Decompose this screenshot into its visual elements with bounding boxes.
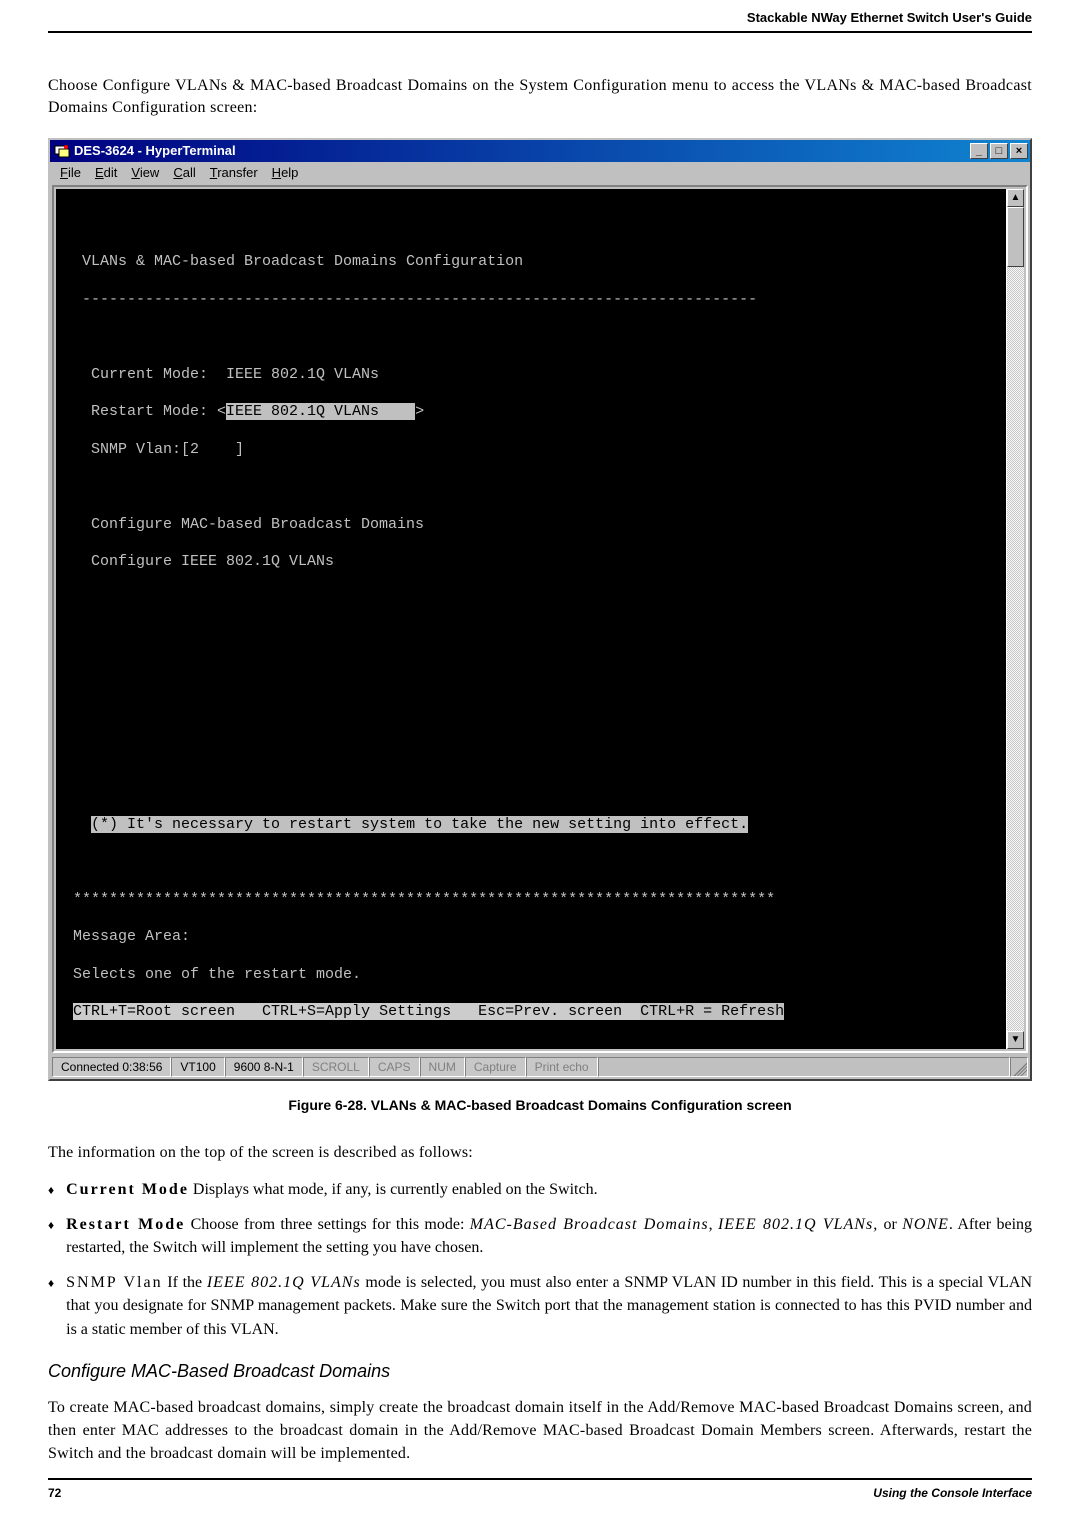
subheading: Configure MAC-Based Broadcast Domains <box>48 1361 1032 1382</box>
scrollbar[interactable]: ▲ ▼ <box>1006 189 1024 1049</box>
term-heading: VLANs & MAC-based Broadcast Domains Conf… <box>64 253 998 272</box>
term-footer-refresh: CTRL+R = Refresh <box>640 1003 784 1020</box>
after-fig-para: The information on the top of the screen… <box>48 1141 1032 1164</box>
list-item: ♦ Restart Mode Choose from three setting… <box>48 1213 1032 1259</box>
term-snmp-vlan: SNMP Vlan:[2 ] <box>64 441 998 460</box>
menu-file[interactable]: File <box>54 164 87 181</box>
bullet-lead: Restart Mode <box>66 1216 185 1233</box>
bullet-rest: Displays what mode, if any, is currently… <box>189 1181 598 1198</box>
bullet-rest: or <box>878 1216 902 1233</box>
running-header: Stackable NWay Ethernet Switch User's Gu… <box>48 10 1032 31</box>
menu-call[interactable]: Call <box>167 164 201 181</box>
status-spacer <box>598 1057 1010 1077</box>
status-num: NUM <box>420 1057 465 1077</box>
scroll-track[interactable] <box>1007 207 1024 1031</box>
term-cfg-mac[interactable]: Configure MAC-based Broadcast Domains <box>64 516 998 535</box>
bullet-italic: IEEE 802.1Q VLANs, <box>718 1216 878 1233</box>
bullet-rest: Choose from three settings for this mode… <box>185 1216 470 1233</box>
window-title: DES-3624 - HyperTerminal <box>74 143 970 158</box>
top-rule <box>48 31 1032 33</box>
term-current-mode: Current Mode: IEEE 802.1Q VLANs <box>64 366 998 385</box>
page-number: 72 <box>48 1486 61 1500</box>
list-item: ♦ SNMP Vlan If the IEEE 802.1Q VLANs mod… <box>48 1271 1032 1341</box>
term-blank <box>64 628 998 647</box>
figure-caption: Figure 6-28. VLANs & MAC-based Broadcast… <box>48 1097 1032 1113</box>
titlebar: DES-3624 - HyperTerminal _ □ × <box>50 140 1030 162</box>
minimize-button[interactable]: _ <box>970 143 988 159</box>
scroll-thumb[interactable] <box>1007 207 1024 267</box>
bullet-italic: NONE <box>902 1216 949 1233</box>
intro-paragraph: Choose Configure VLANs & MAC-based Broad… <box>48 75 1032 120</box>
terminal[interactable]: VLANs & MAC-based Broadcast Domains Conf… <box>56 189 1006 1049</box>
app-icon <box>54 143 70 159</box>
term-note-inv: (*) It's necessary to restart system to … <box>91 816 748 833</box>
term-blank <box>64 666 998 685</box>
term-restart-prefix: Restart Mode: < <box>64 403 226 420</box>
resize-grip[interactable] <box>1010 1057 1028 1077</box>
bullet-lead: Current Mode <box>66 1181 189 1198</box>
status-caps: CAPS <box>369 1057 420 1077</box>
close-button[interactable]: × <box>1010 143 1028 159</box>
menu-transfer[interactable]: Transfer <box>204 164 264 181</box>
term-msg-area: Message Area: <box>64 928 998 947</box>
status-capture: Capture <box>465 1057 526 1077</box>
bottom-rule <box>48 1478 1032 1480</box>
status-printecho: Print echo <box>526 1057 598 1077</box>
list-item: ♦ Current Mode Displays what mode, if an… <box>48 1178 1032 1201</box>
term-rule: ----------------------------------------… <box>64 291 998 310</box>
term-blank <box>64 216 998 235</box>
term-restart-value[interactable]: IEEE 802.1Q VLANs <box>226 403 415 420</box>
term-blank <box>64 853 998 872</box>
status-term: VT100 <box>171 1057 224 1077</box>
bullet-italic: MAC-Based Broadcast Domains <box>470 1216 709 1233</box>
bullet-lead: SNMP Vlan <box>66 1274 162 1291</box>
term-restart-suffix: > <box>415 403 424 420</box>
diamond-icon: ♦ <box>48 1217 54 1259</box>
scroll-down-button[interactable]: ▼ <box>1007 1031 1024 1049</box>
term-footer-prefix: CTRL+T=Root screen CTRL+S=Apply Settings… <box>73 1003 640 1020</box>
bullet-italic: IEEE 802.1Q VLANs <box>207 1274 361 1291</box>
hyperterminal-window: DES-3624 - HyperTerminal _ □ × File Edit… <box>48 138 1032 1081</box>
term-stars: ****************************************… <box>64 891 998 910</box>
term-blank <box>64 741 998 760</box>
footer-section: Using the Console Interface <box>873 1486 1032 1500</box>
term-cfg-8021q[interactable]: Configure IEEE 802.1Q VLANs <box>64 553 998 572</box>
status-connected: Connected 0:38:56 <box>52 1057 171 1077</box>
scroll-up-button[interactable]: ▲ <box>1007 189 1024 207</box>
term-note: (*) It's necessary to restart system to … <box>64 816 998 835</box>
bullet-rest: If the <box>163 1274 207 1291</box>
bullet-rest: , <box>709 1216 718 1233</box>
menu-edit[interactable]: Edit <box>89 164 123 181</box>
term-blank <box>64 478 998 497</box>
term-blank <box>64 703 998 722</box>
menu-view[interactable]: View <box>125 164 165 181</box>
term-restart-mode: Restart Mode: <IEEE 802.1Q VLANs > <box>64 403 998 422</box>
diamond-icon: ♦ <box>48 1182 54 1201</box>
term-blank <box>64 591 998 610</box>
term-blank <box>64 328 998 347</box>
term-blank <box>64 778 998 797</box>
status-scroll: SCROLL <box>303 1057 369 1077</box>
maximize-button[interactable]: □ <box>990 143 1008 159</box>
term-footer: CTRL+T=Root screen CTRL+S=Apply Settings… <box>64 1003 998 1022</box>
statusbar: Connected 0:38:56 VT100 9600 8-N-1 SCROL… <box>50 1055 1030 1079</box>
menu-help[interactable]: Help <box>266 164 305 181</box>
term-msg-text: Selects one of the restart mode. <box>64 966 998 985</box>
menubar: File Edit View Call Transfer Help <box>50 162 1030 183</box>
page-footer: 72 Using the Console Interface <box>48 1478 1032 1500</box>
bullet-list: ♦ Current Mode Displays what mode, if an… <box>48 1178 1032 1341</box>
diamond-icon: ♦ <box>48 1275 54 1341</box>
body-paragraph: To create MAC-based broadcast domains, s… <box>48 1396 1032 1466</box>
status-baud: 9600 8-N-1 <box>225 1057 303 1077</box>
